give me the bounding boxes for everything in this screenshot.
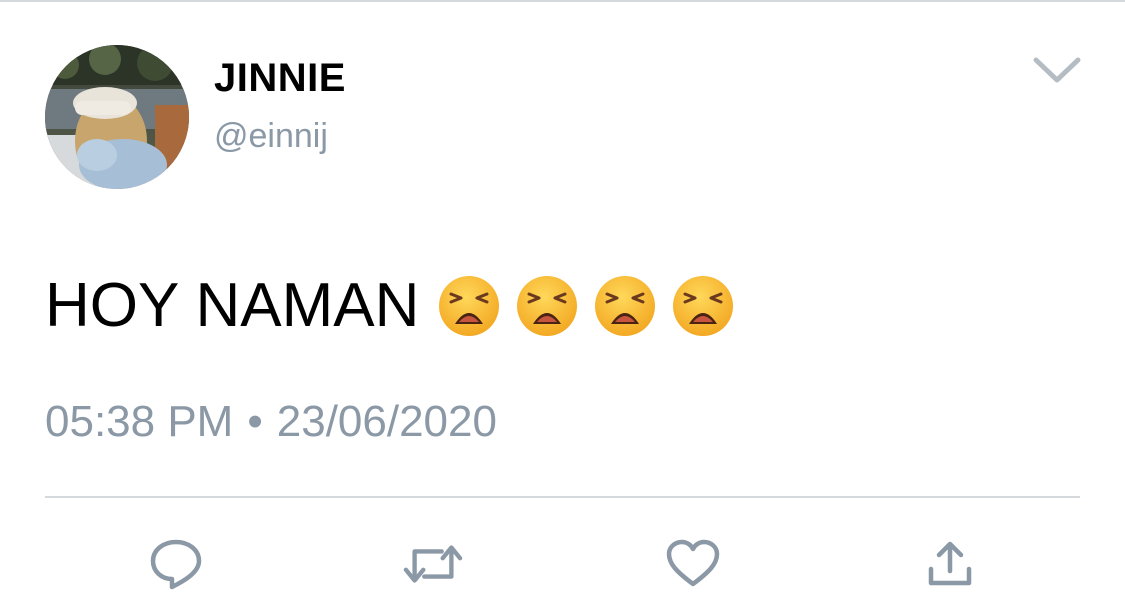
tweet-timestamp[interactable]: 05:38 PM • 23/06/2020 [45,396,497,448]
tweet-body: HOY NAMAN [45,270,749,342]
tweet-time: 05:38 PM [45,397,234,446]
weary-face-emoji-icon [517,276,578,336]
avatar-photo [45,45,189,189]
reply-button[interactable] [146,536,206,592]
weary-face-emoji-icon [439,276,500,336]
retweet-icon [403,545,463,583]
tweet-text: HOY NAMAN [45,271,420,340]
top-divider [0,0,1125,2]
like-button[interactable] [663,536,723,592]
avatar[interactable] [45,45,189,189]
actions-divider [45,496,1080,498]
retweet-button[interactable] [403,536,463,592]
share-button[interactable] [920,536,980,592]
tweet-date: 23/06/2020 [276,397,497,446]
reply-icon [150,539,202,590]
display-name[interactable]: JINNIE [214,55,346,101]
heart-icon [666,539,720,587]
chevron-down-icon [1033,57,1081,83]
meta-separator: • [247,397,263,446]
share-icon [928,541,972,586]
weary-face-emoji-icon [673,276,734,336]
weary-face-emoji-icon [595,276,656,336]
user-handle[interactable]: @einnij [214,116,328,156]
more-options-button[interactable] [1030,52,1084,86]
